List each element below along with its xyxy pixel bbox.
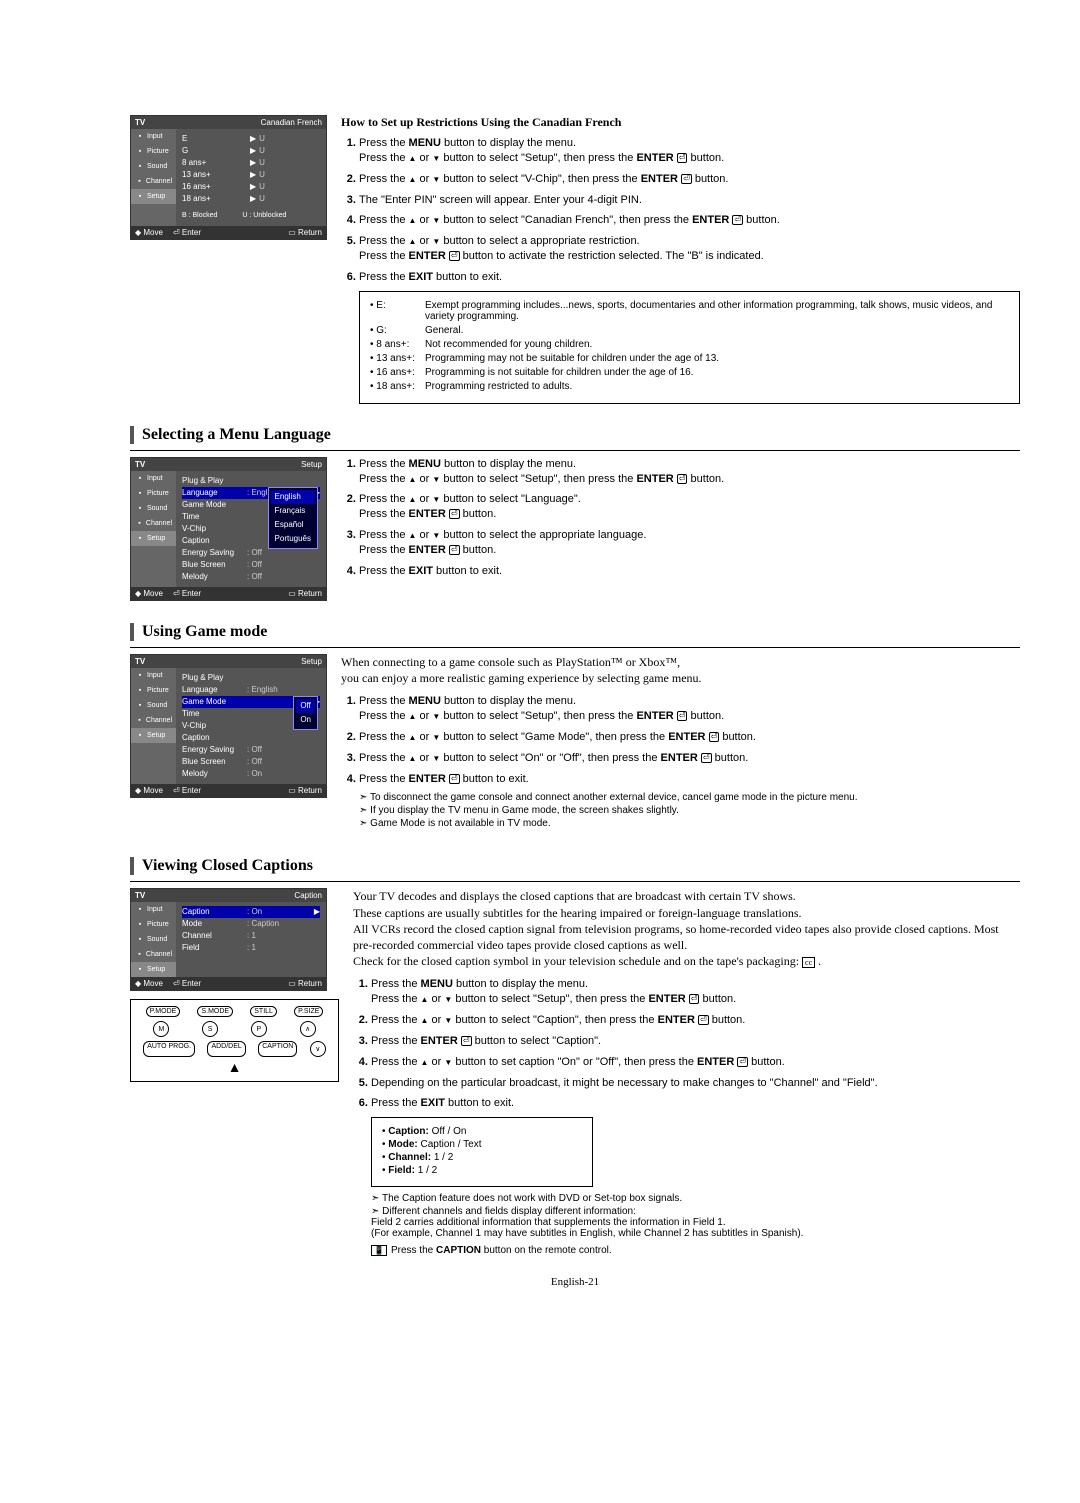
intro-text: Your TV decodes and displays the closed … bbox=[353, 888, 1020, 969]
section-game-mode: TVSetup ▪Input▪Picture▪Sound▪Channel▪Set… bbox=[130, 654, 1020, 836]
steps-list: Press the MENU button to display the men… bbox=[341, 694, 1020, 786]
section-language: TVSetup ▪Input▪Picture▪Sound▪Channel▪Set… bbox=[130, 457, 1020, 601]
remote-icon: 📱 bbox=[371, 1245, 387, 1256]
screenshot-caption: TVCaption ▪Input▪Picture▪Sound▪Channel▪S… bbox=[130, 888, 339, 991]
intro-text: When connecting to a game console such a… bbox=[341, 654, 1020, 686]
divider bbox=[130, 881, 1020, 882]
remote-note: 📱Press the CAPTION button on the remote … bbox=[353, 1245, 1020, 1256]
section-title-closed-captions: Viewing Closed Captions bbox=[130, 857, 1020, 875]
divider bbox=[130, 450, 1020, 451]
steps-list: Press the MENU button to display the men… bbox=[353, 977, 1020, 1111]
screenshot-game-mode: TVSetup ▪Input▪Picture▪Sound▪Channel▪Set… bbox=[130, 654, 327, 798]
divider bbox=[130, 647, 1020, 648]
screenshot-language: TVSetup ▪Input▪Picture▪Sound▪Channel▪Set… bbox=[130, 457, 327, 601]
section-closed-captions: TVCaption ▪Input▪Picture▪Sound▪Channel▪S… bbox=[130, 888, 1020, 1256]
notes-list: To disconnect the game console and conne… bbox=[341, 792, 1020, 829]
info-box-ratings: • E:Exempt programming includes...news, … bbox=[359, 291, 1020, 404]
section-canadian-french: TVCanadian French ▪Input▪Picture▪Sound▪C… bbox=[130, 115, 1020, 404]
page-number: English-21 bbox=[130, 1276, 1020, 1288]
notes-list: The Caption feature does not work with D… bbox=[353, 1193, 1020, 1239]
manual-page: TVCanadian French ▪Input▪Picture▪Sound▪C… bbox=[0, 0, 1080, 1503]
section-title-game-mode: Using Game mode bbox=[130, 623, 1020, 641]
steps-list: Press the MENU button to display the men… bbox=[341, 136, 1020, 285]
info-box-caption: • Caption: Off / On• Mode: Caption / Tex… bbox=[371, 1117, 593, 1187]
section-subheading: How to Set up Restrictions Using the Can… bbox=[341, 115, 1020, 130]
section-title-language: Selecting a Menu Language bbox=[130, 426, 1020, 444]
steps-list: Press the MENU button to display the men… bbox=[341, 457, 1020, 579]
screenshot-canadian-french: TVCanadian French ▪Input▪Picture▪Sound▪C… bbox=[130, 115, 327, 240]
remote-control-drawing: P.MODES.MODESTILLP.SIZE MSP∧ AUTO PROG.A… bbox=[130, 999, 339, 1082]
